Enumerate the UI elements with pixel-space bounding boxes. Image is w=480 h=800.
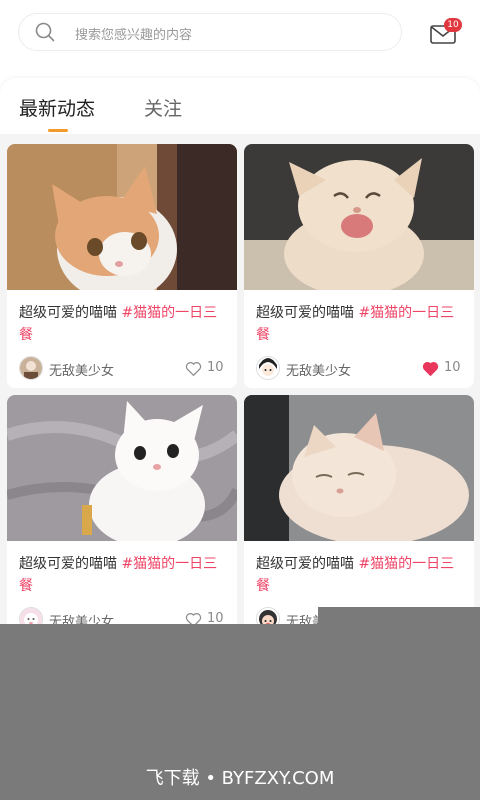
post-photo[interactable] — [244, 395, 474, 541]
post-card[interactable]: 超级可爱的喵喵 #猫猫的一日三餐 无敌美少女 10 — [7, 144, 237, 388]
active-tab-indicator — [48, 129, 68, 132]
heart-filled-icon — [422, 362, 439, 376]
avatar[interactable] — [19, 607, 43, 624]
like-button[interactable]: 10 — [185, 360, 229, 378]
like-count: 10 — [207, 360, 224, 375]
mail-button[interactable]: 10 — [430, 18, 464, 48]
author-name[interactable]: 无敌美少女 — [49, 611, 114, 624]
top-bar: 搜索您感兴趣的内容 10 — [0, 0, 480, 78]
post-title: 超级可爱的喵喵 #猫猫的一日三餐 — [19, 305, 218, 343]
avatar[interactable] — [256, 356, 280, 380]
tab-bar: 最新动态 关注 — [0, 78, 480, 134]
heart-icon — [185, 362, 202, 376]
search-bar[interactable]: 搜索您感兴趣的内容 — [18, 13, 402, 51]
post-photo[interactable] — [7, 144, 237, 290]
like-button[interactable]: 10 — [422, 360, 466, 378]
post-title: 超级可爱的喵喵 #猫猫的一日三餐 — [256, 556, 455, 594]
like-count: 10 — [444, 360, 461, 375]
unread-badge: 10 — [444, 18, 462, 32]
author-name[interactable]: 无敌美少女 — [49, 360, 114, 379]
post-photo[interactable] — [7, 395, 237, 541]
search-icon — [35, 22, 55, 42]
like-count: 10 — [207, 611, 224, 624]
heart-icon — [185, 613, 202, 624]
search-input[interactable]: 搜索您感兴趣的内容 — [75, 24, 192, 43]
like-button[interactable]: 10 — [185, 611, 229, 624]
watermark: 飞下载 • BYFZXY.COM — [145, 768, 335, 789]
avatar[interactable] — [256, 607, 280, 624]
feed-grid[interactable]: 超级可爱的喵喵 #猫猫的一日三餐 无敌美少女 10 超级可爱的喵喵 #猫猫的一日… — [0, 134, 480, 624]
post-photo[interactable] — [244, 144, 474, 290]
tab-following[interactable]: 关注 — [144, 94, 182, 121]
post-card[interactable]: 超级可爱的喵喵 #猫猫的一日三餐 无敌美少女 10 — [244, 144, 474, 388]
tab-latest[interactable]: 最新动态 — [19, 94, 95, 121]
post-title: 超级可爱的喵喵 #猫猫的一日三餐 — [19, 556, 218, 594]
post-title: 超级可爱的喵喵 #猫猫的一日三餐 — [256, 305, 455, 343]
author-name[interactable]: 无敌美少女 — [286, 360, 351, 379]
avatar[interactable] — [19, 356, 43, 380]
post-card[interactable]: 超级可爱的喵喵 #猫猫的一日三餐 无敌美少女 10 — [7, 395, 237, 624]
post-card[interactable]: 超级可爱的喵喵 #猫猫的一日三餐 无敌美少 10 — [244, 395, 474, 624]
